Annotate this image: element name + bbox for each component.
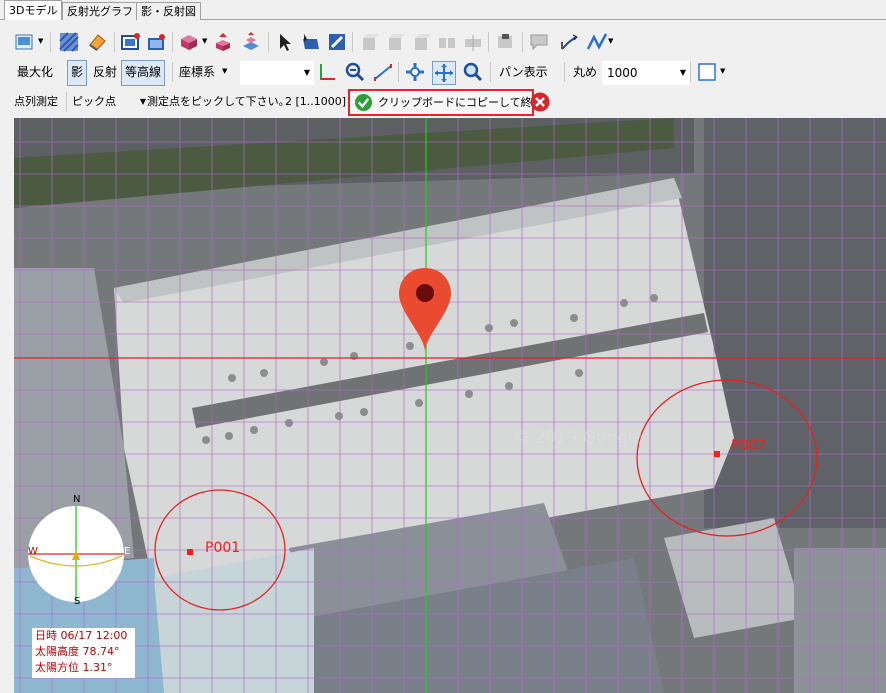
check-icon (354, 93, 373, 112)
tab-3d-model[interactable]: 3Dモデル (4, 0, 63, 20)
shadow-button[interactable]: 影 (67, 60, 88, 86)
compass-dial (28, 506, 124, 602)
split-icon[interactable] (436, 31, 458, 53)
pan-view-button[interactable]: パン表示 (496, 60, 551, 84)
toolbar-icons: ▼ ▼ ▼ (10, 28, 886, 56)
cursor-icon[interactable] (274, 31, 296, 53)
coord-system-select[interactable]: ▼ (240, 61, 314, 85)
p001-label: P001 (205, 540, 241, 556)
tab-reflection-graph[interactable]: 反射光グラフ (62, 2, 138, 20)
instruction-text: 測定点をピックして下さい。 (147, 95, 290, 108)
rotate-icon[interactable] (404, 61, 426, 83)
contour-button[interactable]: 等高線 (121, 60, 166, 86)
tab-bar: 3Dモデル 反射光グラフ 影・反射図 (0, 0, 886, 20)
building-add-icon[interactable] (358, 31, 380, 53)
copy-clipboard-finish-button[interactable]: クリップボードにコピーして終了 (348, 89, 543, 116)
map-view[interactable]: P001 P002 © 2019 Google N S E W (14, 118, 886, 693)
tab-shadow-reflection[interactable]: 影・反射図 (136, 2, 201, 20)
edit-plane-icon[interactable] (326, 31, 348, 53)
box-icon[interactable] (178, 31, 200, 53)
compass-east: E (124, 546, 131, 557)
chevron-down-icon: ▼ (679, 68, 686, 77)
photo-frame-icon[interactable] (120, 31, 142, 53)
color-box-icon[interactable] (696, 61, 718, 83)
maximize-button[interactable]: 最大化 (14, 60, 56, 84)
image-icon[interactable] (14, 31, 36, 53)
point-count: 2 [1..1000] (285, 95, 347, 108)
rounding-select[interactable]: 1000 ▼ (602, 61, 690, 85)
measure-icon[interactable] (372, 61, 394, 83)
copy-finish-label: クリップボードにコピーして終了 (378, 96, 543, 109)
sun-info-panel: 日時 06/17 12:00 太陽高度 78.74° 太陽方位 1.31° (32, 628, 135, 678)
building-edit-icon[interactable] (410, 31, 432, 53)
compass-south: S (74, 596, 81, 607)
layers-icon[interactable] (494, 31, 516, 53)
zoom-out-icon[interactable] (344, 61, 366, 83)
chevron-down-icon[interactable]: ▼ (720, 67, 725, 75)
box-up-icon[interactable] (212, 31, 234, 53)
cancel-icon[interactable] (530, 92, 550, 112)
sun-datetime: 日時 06/17 12:00 (35, 629, 128, 642)
sun-azimuth: 太陽方位 1.31° (35, 661, 113, 674)
zoom-icon[interactable] (462, 61, 484, 83)
map-watermark: © 2019 Google (512, 428, 644, 448)
photo-import-icon[interactable] (146, 31, 168, 53)
measure-mode-label: 点列測定 (14, 95, 58, 108)
compass: N S E W (24, 494, 131, 607)
location-pin-icon[interactable] (397, 266, 453, 354)
pick-select[interactable]: ピック点 ▼ (72, 91, 146, 113)
p002-marker[interactable] (634, 376, 820, 540)
hatch-icon[interactable] (58, 31, 80, 53)
coord-system-label: 座標系 (179, 65, 216, 79)
chevron-down-icon[interactable]: ▼ (38, 37, 43, 45)
box-layer-icon[interactable] (240, 31, 262, 53)
chevron-down-icon[interactable]: ▼ (608, 37, 613, 45)
compass-west: W (28, 546, 38, 557)
toolbar-view: 最大化 影 反射 等高線 座標系 ▼ ▼ パン表示 丸め 1000 ▼ ▼ (10, 58, 886, 86)
comment-icon[interactable] (528, 31, 550, 53)
rounding-value: 1000 (607, 66, 638, 80)
merge-icon[interactable] (462, 31, 484, 53)
chevron-down-icon[interactable]: ▼ (202, 37, 207, 45)
building-icon[interactable] (384, 31, 406, 53)
rotate-axis-icon[interactable] (558, 31, 580, 53)
p002-label: P002 (731, 438, 767, 454)
axis-icon[interactable] (316, 61, 338, 83)
chevron-down-icon: ▼ (303, 68, 310, 77)
sun-altitude: 太陽高度 78.74° (35, 645, 120, 658)
chevron-down-icon: ▼ (139, 97, 146, 106)
pan-move-icon[interactable] (432, 61, 456, 85)
chevron-down-icon[interactable]: ▼ (222, 67, 227, 75)
rounding-label: 丸め (573, 65, 598, 79)
reflection-button[interactable]: 反射 (90, 60, 120, 84)
pick-value: ピック点 (72, 95, 116, 108)
eraser-icon[interactable] (86, 31, 108, 53)
measure-bar: 点列測定 ピック点 ▼ 測定点をピックして下さい。 2 [1..1000] クリッ… (10, 88, 886, 118)
polyline-icon[interactable] (586, 31, 608, 53)
select-plane-icon[interactable] (300, 31, 322, 53)
compass-north: N (73, 494, 81, 505)
